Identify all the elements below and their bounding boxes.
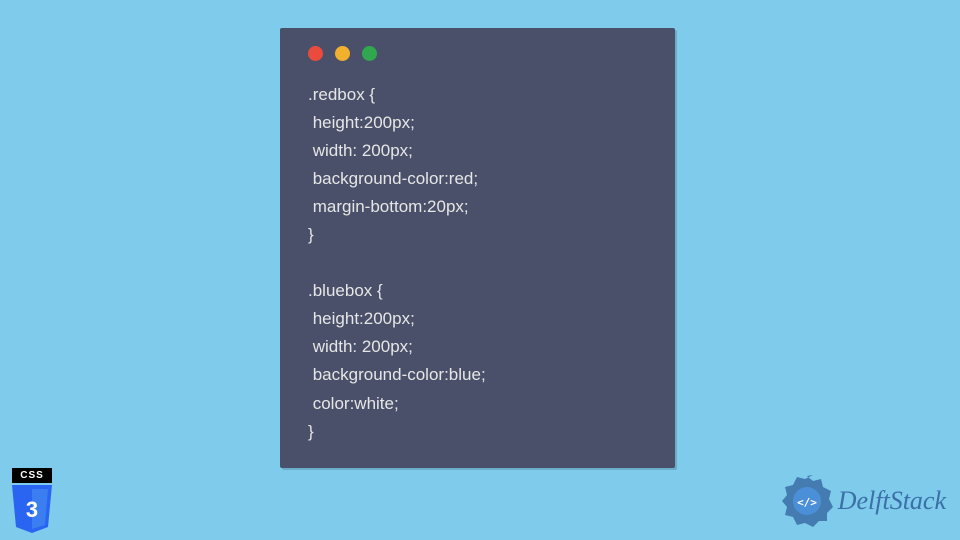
- traffic-lights: [308, 46, 653, 61]
- svg-text:</>: </>: [797, 496, 817, 509]
- css-version-text: 3: [26, 497, 38, 522]
- css-badge-label: CSS: [12, 468, 52, 483]
- close-icon: [308, 46, 323, 61]
- minimize-icon: [335, 46, 350, 61]
- css-shield-icon: 3: [10, 485, 54, 531]
- code-window: .redbox { height:200px; width: 200px; ba…: [280, 28, 675, 468]
- maximize-icon: [362, 46, 377, 61]
- brand-name: DelftStack: [838, 486, 946, 516]
- brand-gear-icon: </>: [780, 474, 834, 528]
- brand-logo: </> DelftStack: [780, 474, 946, 528]
- css3-badge: CSS 3: [8, 468, 56, 528]
- code-block: .redbox { height:200px; width: 200px; ba…: [308, 81, 653, 446]
